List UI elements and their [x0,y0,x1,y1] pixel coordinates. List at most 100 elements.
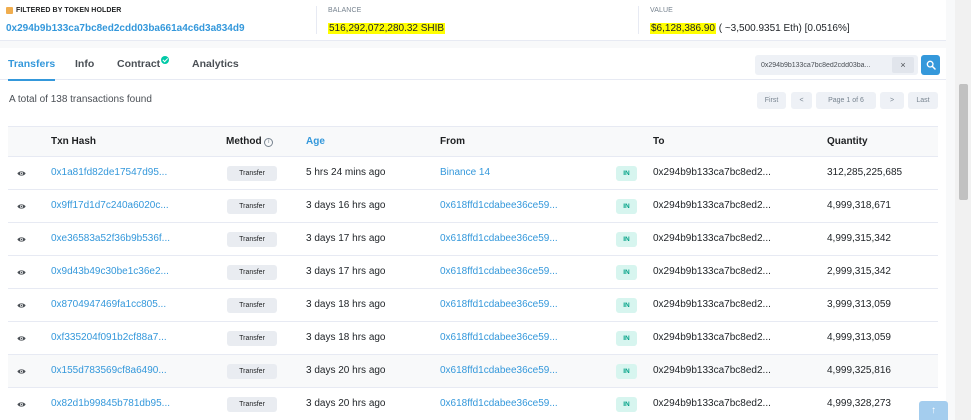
tab-contract[interactable]: Contract [117,48,170,80]
from-address-link[interactable]: 0x618ffd1cdabee36ce59... [440,355,558,387]
from-address-link[interactable]: 0x618ffd1cdabee36ce59... [440,322,558,354]
divider [638,6,639,34]
header-quantity: Quantity [827,136,868,147]
table-row: 0x8704947469fa1cc805... Transfer 3 days 18… [8,289,938,322]
value-eth-percent: ( ~3,500.9351 Eth) [0.0516%] [715,23,850,34]
pager-next-button[interactable]: > [880,92,904,109]
pager-last-button[interactable]: Last [908,92,938,109]
to-address: 0x294b9b133ca7bc8ed2... [653,200,771,211]
quantity-cell: 2,999,315,342 [827,266,891,277]
verified-check-icon [161,56,170,64]
pager-page-indicator: Page 1 of 6 [816,92,876,109]
eye-icon[interactable] [17,202,26,211]
table-row: 0x155d783569cf8a6490... Transfer 3 days 20… [8,355,938,388]
txn-hash-link[interactable]: 0xe36583a52f36b9b536f... [51,223,170,255]
age-cell: 3 days 20 hrs ago [306,398,386,409]
header-method: Method i [226,127,274,157]
header-txn-hash: Txn Hash [51,136,97,147]
direction-badge: IN [616,298,637,313]
holder-label: FILTERED BY TOKEN HOLDER [16,7,122,14]
pager-prev-button[interactable]: < [791,92,812,109]
direction-badge: IN [616,331,637,346]
to-address: 0x294b9b133ca7bc8ed2... [653,167,771,178]
eye-icon[interactable] [17,235,26,244]
clear-filter-button[interactable]: × [892,57,914,73]
eye-icon[interactable] [17,334,26,343]
tab-info[interactable]: Info [75,48,94,80]
to-address: 0x294b9b133ca7bc8ed2... [653,398,771,409]
txn-hash-link[interactable]: 0x9d43b49c30be1c36e2... [51,256,169,288]
direction-badge: IN [616,364,637,379]
txn-hash-link[interactable]: 0x1a81fd82de17547d95... [51,157,167,189]
direction-badge: IN [616,397,637,412]
direction-badge: IN [616,232,637,247]
quantity-cell: 4,999,325,816 [827,365,891,376]
scrollbar-track[interactable] [955,0,971,420]
from-address-link[interactable]: 0x618ffd1cdabee36ce59... [440,256,558,288]
table-row: 0xe36583a52f36b9b536f... Transfer 3 days 1… [8,223,938,256]
method-badge: Transfer [227,298,277,313]
age-cell: 3 days 17 hrs ago [306,266,386,277]
direction-badge: IN [616,199,637,214]
value-usd: $6,128,386.90 [650,23,716,34]
scrollbar-thumb[interactable] [959,84,968,200]
method-badge: Transfer [227,397,277,412]
from-address-link[interactable]: Binance 14 [440,157,490,189]
quantity-cell: 4,999,315,342 [827,233,891,244]
divider [316,6,317,34]
method-badge: Transfer [227,199,277,214]
table-row: 0x82d1b99845b781db95... Transfer 3 days 20… [8,388,938,420]
from-address-link[interactable]: 0x618ffd1cdabee36ce59... [440,223,558,255]
holder-address-link[interactable]: 0x294b9b133ca7bc8ed2cdd03ba661a4c6d3a834… [6,23,245,34]
table-row: 0x9ff17d1d7c240a6020c... Transfer 3 days 1… [8,190,938,223]
eye-icon[interactable] [17,268,26,277]
table-row: 0xf335204f091b2cf88a7... Transfer 3 days 1… [8,322,938,355]
to-address: 0x294b9b133ca7bc8ed2... [653,365,771,376]
orange-square-icon [6,7,13,14]
eye-icon[interactable] [17,301,26,310]
transaction-count: A total of 138 transactions found [9,94,152,105]
from-address-link[interactable]: 0x618ffd1cdabee36ce59... [440,289,558,321]
address-filter-input[interactable] [755,55,891,75]
value-label: VALUE [650,7,673,14]
scroll-to-top-button[interactable]: ↑ [919,401,948,420]
quantity-cell: 3,999,313,059 [827,299,891,310]
age-cell: 5 hrs 24 mins ago [306,167,386,178]
tab-analytics[interactable]: Analytics [192,48,239,80]
header-to: To [653,136,665,147]
search-button[interactable] [921,55,940,75]
eye-icon[interactable] [17,367,26,376]
transfers-card: Transfers Info Contract Analytics × A to… [0,48,946,420]
header-age[interactable]: Age [306,127,325,157]
quantity-cell: 312,285,225,685 [827,167,903,178]
direction-badge: IN [616,166,637,181]
age-cell: 3 days 17 hrs ago [306,233,386,244]
info-icon[interactable]: i [264,138,274,147]
to-address: 0x294b9b133ca7bc8ed2... [653,332,771,343]
txn-hash-link[interactable]: 0x9ff17d1d7c240a6020c... [51,190,169,222]
txn-hash-link[interactable]: 0x82d1b99845b781db95... [51,388,170,420]
age-cell: 3 days 18 hrs ago [306,299,386,310]
age-cell: 3 days 18 hrs ago [306,332,386,343]
txn-hash-link[interactable]: 0x8704947469fa1cc805... [51,289,166,321]
eye-icon[interactable] [17,169,26,178]
eye-icon[interactable] [17,400,26,409]
quantity-cell: 4,999,328,273 [827,398,891,409]
txn-hash-link[interactable]: 0x155d783569cf8a6490... [51,355,167,387]
balance-label: BALANCE [328,7,362,14]
tab-transfers[interactable]: Transfers [8,48,56,81]
direction-badge: IN [616,265,637,280]
txn-hash-link[interactable]: 0xf335204f091b2cf88a7... [51,322,167,354]
pager-first-button[interactable]: First [757,92,786,109]
from-address-link[interactable]: 0x618ffd1cdabee36ce59... [440,190,558,222]
to-address: 0x294b9b133ca7bc8ed2... [653,266,771,277]
age-cell: 3 days 16 hrs ago [306,200,386,211]
table-row: 0x9d43b49c30be1c36e2... Transfer 3 days 17… [8,256,938,289]
header-from: From [440,136,465,147]
age-cell: 3 days 20 hrs ago [306,365,386,376]
method-badge: Transfer [227,232,277,247]
quantity-cell: 4,999,318,671 [827,200,891,211]
address-filter: × [755,55,918,75]
from-address-link[interactable]: 0x618ffd1cdabee36ce59... [440,388,558,420]
holder-summary: FILTERED BY TOKEN HOLDER 0x294b9b133ca7b… [0,0,946,41]
